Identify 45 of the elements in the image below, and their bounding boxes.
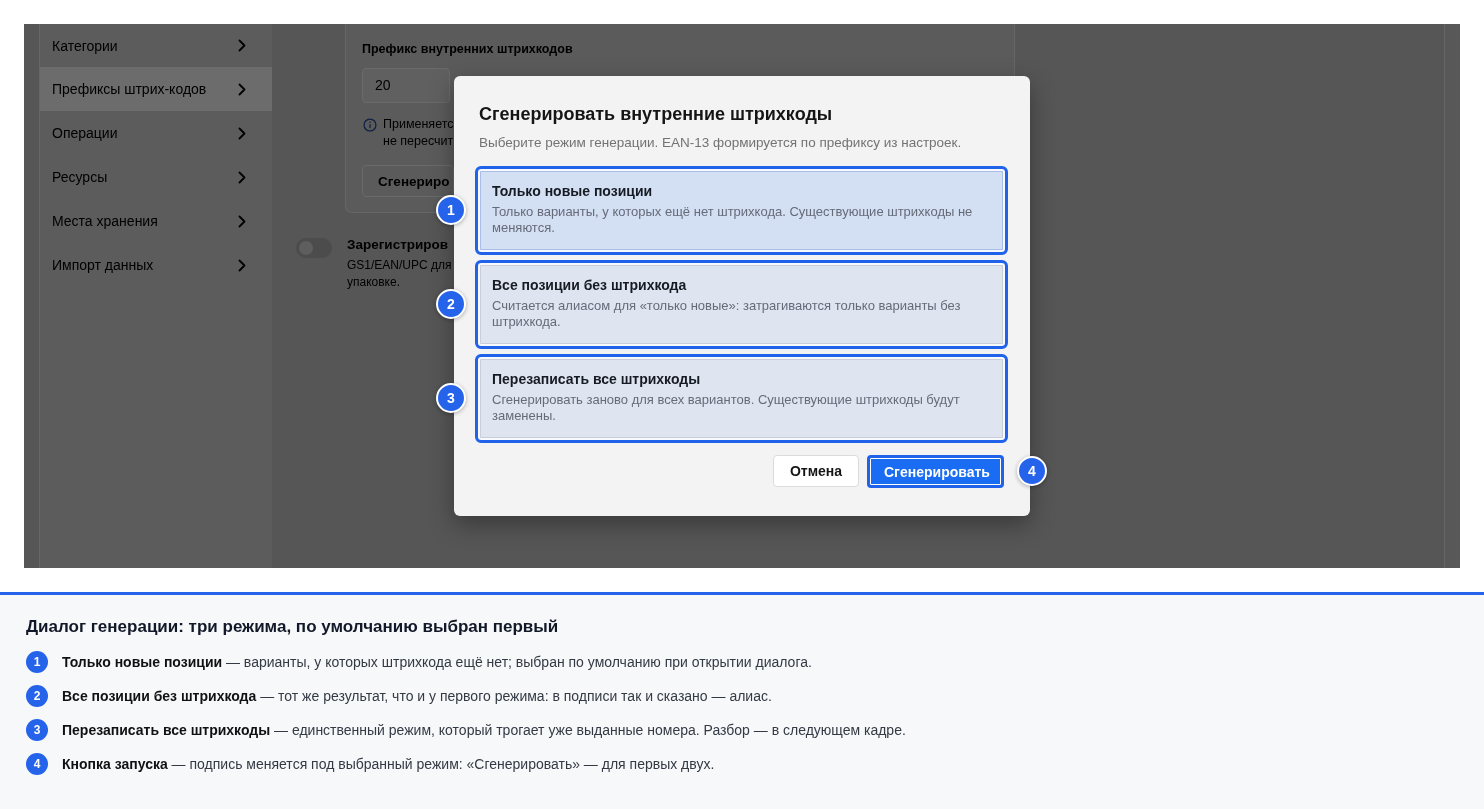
chevron-right-icon <box>238 39 246 52</box>
generate-button[interactable]: Сгенериро <box>362 165 454 197</box>
option-title: Перезаписать все штрихкоды <box>492 370 702 388</box>
sidebar-item[interactable]: Операции <box>40 111 272 155</box>
callout-number: 2 <box>436 289 466 319</box>
setting-description: GS1/EAN/UPC для упаковке. <box>347 257 452 291</box>
sidebar-item[interactable]: Импорт данных <box>40 243 272 287</box>
option-description: Только варианты, у которых ещё нет штрихкода. Существующие штрихкоды не меняются. <box>492 204 974 236</box>
note-number: 4 <box>26 753 48 775</box>
note-text: Все позиции без штрихкода — тот же результат, что и у первого режима: в подписи так и сказано — алиас. <box>62 688 772 704</box>
note-text: Кнопка запуска — подпись меняется под выбранный режим: «Сгенерировать» — для первых двух. <box>62 756 715 772</box>
chevron-right-icon <box>238 170 246 184</box>
mode-option-card[interactable]: Все позиции без штрихкода Считается алиасом для «только новые»: затрагиваются только варианты без штрихкода. <box>475 260 1008 349</box>
dialog-title: Сгенерировать внутренние штрихкоды <box>478 103 834 126</box>
setting-title: Зарегистриров <box>347 236 450 254</box>
callout-number: 1 <box>436 195 466 225</box>
chevron-right-icon <box>238 258 246 272</box>
prefix-input-field[interactable]: 20 <box>362 68 450 103</box>
sidebar-item[interactable]: Ресурсы <box>40 155 272 199</box>
mode-option-card[interactable]: Только новые позиции Только варианты, у которых ещё нет штрихкода. Существующие штрихкоды не меняются. <box>475 166 1008 255</box>
note-number: 3 <box>26 719 48 741</box>
note-number: 2 <box>26 685 48 707</box>
note-text: Только новые позиции — варианты, у которых штрихкода ещё нет; выбран по умолчанию при открытии диалога. <box>62 654 812 670</box>
dialog-subtitle: Выберите режим генерации. EAN-13 формируется по префиксу из настроек. <box>478 134 963 152</box>
chevron-right-icon <box>238 214 246 228</box>
note-number: 1 <box>26 651 48 673</box>
option-description: Сгенерировать заново для всех вариантов. Существующие штрихкоды будут заменены. <box>492 392 961 424</box>
note-text: Перезаписать все штрихкоды — единственный режим, который трогает уже выданные номера. Разбор — в следующем кадре. <box>62 722 906 738</box>
sidebar-item[interactable]: Префиксы штрих-кодов <box>40 67 272 111</box>
chevron-right-icon <box>238 126 246 140</box>
option-description: Считается алиасом для «только новые»: затрагиваются только варианты без штрихкода. <box>492 298 962 330</box>
generate-button[interactable]: Сгенерировать <box>867 455 1004 488</box>
field-label: Префикс внутренних штрихкодов <box>362 42 573 57</box>
callout-number: 3 <box>436 383 466 413</box>
callout-number: 4 <box>1017 456 1047 486</box>
info-icon <box>363 118 377 132</box>
cancel-button[interactable]: Отмена <box>773 455 859 487</box>
chevron-right-icon <box>238 82 246 96</box>
mode-option-card[interactable]: Перезаписать все штрихкоды Сгенерировать заново для всех вариантов. Существующие штрихкоды будут заменены. <box>475 354 1008 443</box>
caption-heading: Диалог генерации: три режима, по умолчанию выбран первый <box>26 616 560 638</box>
sidebar-item[interactable]: Категории <box>40 24 272 67</box>
option-title: Только новые позиции <box>492 182 654 200</box>
sidebar-item[interactable]: Места хранения <box>40 199 272 243</box>
option-title: Все позиции без штрихкода <box>492 276 688 294</box>
hint-text: Применяетс не пересчит <box>383 116 454 150</box>
